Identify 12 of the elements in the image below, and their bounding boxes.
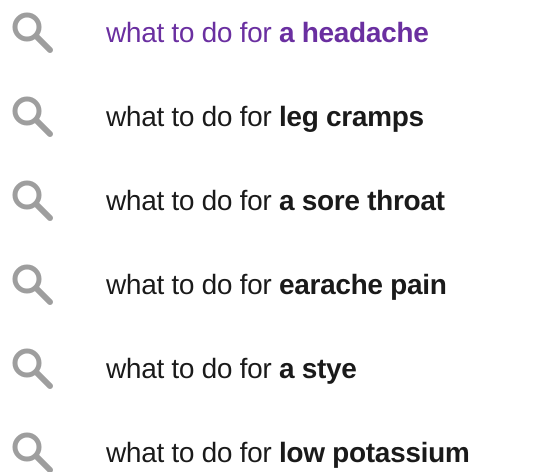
search-icon [10,346,56,392]
suggestion-link[interactable]: what to do for a sore throat [106,185,445,217]
search-icon [10,178,56,224]
suggestion-link[interactable]: what to do for earache pain [106,269,447,301]
suggestion-link[interactable]: what to do for leg cramps [106,101,424,133]
search-icon [10,94,56,140]
search-icon [10,430,56,472]
suggestion-link[interactable]: what to do for a stye [106,353,357,385]
search-icon [10,262,56,308]
suggestion-link[interactable]: what to do for low potassium [106,437,470,469]
search-icon [10,10,56,56]
suggestion-link[interactable]: what to do for a headache [106,17,428,49]
